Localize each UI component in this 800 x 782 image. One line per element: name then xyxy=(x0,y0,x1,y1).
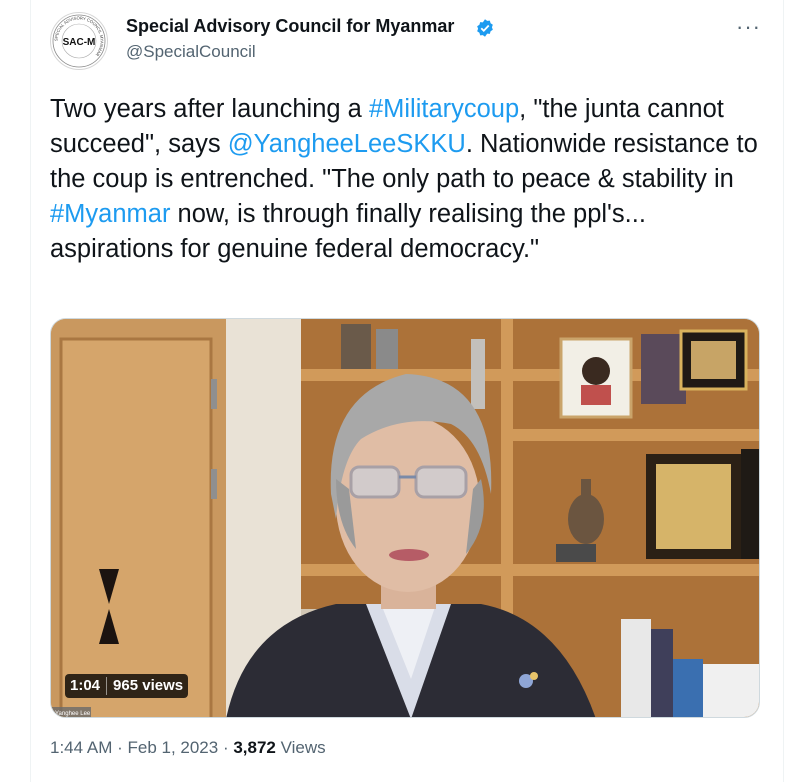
hashtag-militarycoup-link[interactable]: #Militarycoup xyxy=(369,95,519,123)
sac-m-logo-icon: SPECIAL ADVISORY COUNCIL MYANMAR SAC-M xyxy=(52,14,106,68)
tweet-meta: 1:44 AM · Feb 1, 2023 · 3,872 Views xyxy=(50,738,326,758)
account-name[interactable]: Special Advisory Council for Myanmar xyxy=(126,16,454,37)
views-count: 3,872 xyxy=(233,738,276,757)
video-frame: Yanghee Lee xyxy=(51,319,759,717)
views-label: Views xyxy=(275,738,326,757)
tweet-text: Two years after launching a #Militarycou… xyxy=(50,92,770,267)
video-caption-label: Yanghee Lee xyxy=(55,711,91,717)
verified-badge-icon xyxy=(477,19,493,37)
badge-divider xyxy=(106,677,108,695)
account-handle[interactable]: @SpecialCouncil xyxy=(126,42,256,62)
tweet-time[interactable]: 1:44 AM xyxy=(50,738,112,757)
video-player[interactable]: Yanghee Lee 1:04 965 views xyxy=(50,318,760,718)
video-duration: 1:04 xyxy=(70,677,101,694)
tweet-date[interactable]: Feb 1, 2023 xyxy=(127,738,218,757)
hashtag-myanmar-link[interactable]: #Myanmar xyxy=(50,200,170,228)
video-views: 965 views xyxy=(113,677,184,694)
tweet-text-part: Two years after launching a xyxy=(50,95,369,123)
avatar-text: SAC-M xyxy=(63,37,96,48)
meta-separator: · xyxy=(218,738,234,757)
account-avatar[interactable]: SPECIAL ADVISORY COUNCIL MYANMAR SAC-M xyxy=(50,12,108,70)
mention-yangheelee-link[interactable]: @YangheeLeeSKKU xyxy=(228,130,466,158)
more-options-button[interactable]: ··· xyxy=(736,14,761,40)
meta-separator: · xyxy=(112,738,128,757)
video-stats-badge: 1:04 965 views xyxy=(65,674,189,698)
